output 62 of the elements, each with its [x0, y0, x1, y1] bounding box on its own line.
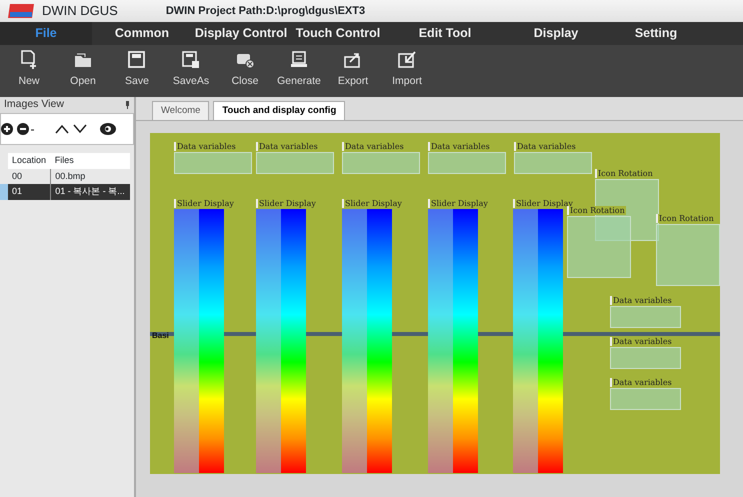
menu-tab[interactable]: Touch Control	[290, 22, 386, 45]
column-header: Files	[50, 153, 130, 168]
save-as-icon	[181, 50, 201, 70]
slider-widget[interactable]	[256, 209, 306, 474]
widget-label: Slider Display	[428, 199, 489, 208]
toolbar-button[interactable]: Generate	[276, 45, 322, 97]
widget-label: Slider Display	[342, 199, 403, 208]
slider-widget[interactable]	[342, 209, 392, 474]
new-file-icon	[19, 50, 39, 70]
app-name: DWIN DGUS	[42, 2, 118, 20]
document-tab[interactable]: Welcome	[152, 101, 210, 120]
import-icon	[397, 50, 417, 70]
toolbar-button[interactable]: Import	[384, 45, 430, 97]
table-cell: 01 - 복사본 - 복...	[50, 184, 130, 200]
panel-title: Images View	[4, 97, 64, 112]
widget-label: Data variables	[610, 378, 673, 388]
menu-tab[interactable]: Display Control	[192, 22, 290, 45]
column-header: Location	[8, 153, 51, 168]
up-icon[interactable]	[55, 124, 69, 134]
export-icon	[343, 50, 363, 70]
window-title: DWIN Project Path:D:\prog\dgus\EXT3	[166, 4, 366, 19]
menu-tab[interactable]: Setting	[608, 22, 704, 45]
pin-icon[interactable]	[125, 101, 130, 109]
widget-label: Data variables	[174, 142, 237, 152]
widget-label: Icon Rotation	[595, 169, 654, 178]
down-icon[interactable]	[73, 124, 87, 134]
slider-widget[interactable]	[428, 209, 478, 474]
monitor-icon	[289, 50, 309, 70]
eye-icon[interactable]	[99, 122, 117, 136]
widget-label: Data variables	[342, 142, 405, 152]
menu-tab[interactable]: Display	[504, 22, 608, 45]
slider-widget[interactable]	[513, 209, 563, 474]
widget-label: Slider Display	[256, 199, 317, 208]
toolbar-button[interactable]: Export	[330, 45, 376, 97]
design-canvas[interactable]	[150, 133, 720, 474]
slider-widget[interactable]	[174, 209, 224, 474]
app-logo-icon	[8, 4, 34, 18]
menu-tab[interactable]: Edit Tool	[386, 22, 504, 45]
widget-label: Data variables	[428, 142, 491, 152]
save-icon	[127, 50, 147, 70]
widget-label: Slider Display	[513, 199, 574, 208]
document-tab[interactable]: Touch and display config	[213, 101, 346, 120]
widget-label: Data variables	[256, 142, 319, 152]
toolbar-button[interactable]: SaveAs	[168, 45, 214, 97]
table-cell: 00	[8, 168, 51, 184]
section-label: Basi	[152, 330, 169, 342]
widget-label: Slider Display	[174, 199, 235, 208]
table-cell: 01	[8, 184, 51, 200]
widget-label: Data variables	[610, 296, 673, 306]
toolbar-button[interactable]: Close	[222, 45, 268, 97]
toolbar-button[interactable]: Open	[60, 45, 106, 97]
widget-label: Data variables	[610, 337, 673, 346]
remove-icon[interactable]	[17, 123, 35, 135]
widget-label: Data variables	[514, 142, 577, 152]
table-row[interactable]: 01 01 - 복사본 - 복...	[0, 184, 130, 200]
add-icon[interactable]	[1, 123, 13, 135]
widget-label: Icon Rotation	[656, 214, 715, 224]
widget-label: Icon Rotation	[567, 206, 626, 216]
menu-tab[interactable]: File	[0, 22, 92, 45]
toolbar-button[interactable]: New	[6, 45, 52, 97]
toolbar-button[interactable]: Save	[114, 45, 160, 97]
menu-tab[interactable]: Common	[92, 22, 192, 45]
